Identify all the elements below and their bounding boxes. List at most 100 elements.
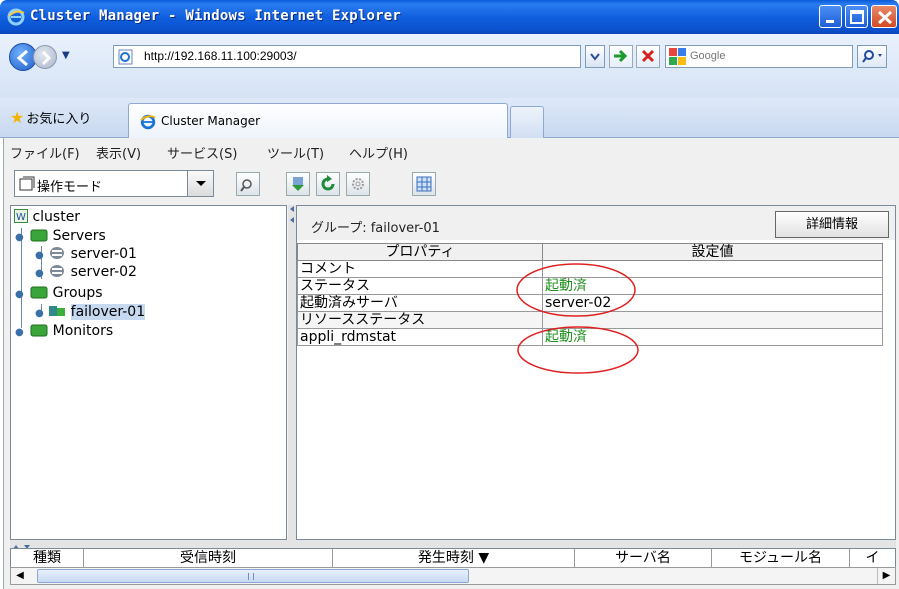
grid-icon (416, 176, 432, 192)
menu-help[interactable]: ヘルプ(H) (349, 143, 408, 162)
expand-toggle-icon[interactable]: ● (15, 232, 24, 243)
chevron-down-icon (590, 53, 600, 61)
log-column-module[interactable]: モジュール名 (712, 549, 850, 567)
chevron-down-icon (196, 181, 206, 186)
column-header-property[interactable]: プロパティ (297, 243, 543, 261)
scroll-left-arrow-icon[interactable]: ◀ (11, 568, 29, 584)
panel-splitter[interactable] (288, 205, 296, 540)
tab-label: Cluster Manager (161, 114, 261, 128)
tree-node-server-01[interactable]: ● server-01 (35, 246, 137, 262)
layout-tool-button[interactable] (412, 172, 436, 196)
window-title-bar[interactable]: Cluster Manager - Windows Internet Explo… (0, 0, 899, 34)
tree-node-monitors[interactable]: ● Monitors (15, 323, 113, 339)
favorites-bar: ★ お気に入り Cluster Manager (0, 98, 899, 138)
property-cell: ステータス (297, 277, 543, 295)
expand-toggle-icon[interactable]: ● (15, 327, 24, 338)
url-field[interactable]: http://192.168.11.100:29003/ (113, 45, 581, 68)
log-column-received[interactable]: 受信時刻 (84, 549, 333, 567)
property-cell: appli_rdmstat (297, 328, 543, 346)
horizontal-scrollbar[interactable]: ◀ ▶ (10, 567, 896, 585)
menu-service[interactable]: サービス(S) (167, 143, 237, 162)
property-table: プロパティ 設定値 コメント ステータス 起動済 起動済みサーバ server-… (297, 243, 883, 346)
mode-label: 操作モード (37, 180, 103, 195)
tab-cluster-manager[interactable]: Cluster Manager (128, 103, 508, 138)
menu-tools[interactable]: ツール(T) (267, 143, 324, 162)
tree-node-server-02[interactable]: ● server-02 (35, 264, 137, 280)
tree-node-servers[interactable]: ● Servers (15, 228, 106, 244)
detail-header: グループ: failover-01 詳細情報 (297, 206, 895, 240)
expand-toggle-icon[interactable]: ● (35, 308, 44, 319)
table-row[interactable]: リソースステータス (297, 311, 883, 329)
minimize-button[interactable] (819, 5, 842, 28)
table-row[interactable]: 起動済みサーバ server-02 (297, 294, 883, 312)
forward-arrow-icon (41, 50, 52, 66)
expand-toggle-icon[interactable]: ● (35, 250, 44, 261)
favorites-button[interactable]: ★ お気に入り (10, 108, 91, 127)
mode-select[interactable]: 操作モード (14, 170, 214, 197)
value-cell (542, 311, 883, 329)
forward-button[interactable] (33, 45, 57, 69)
url-text: http://192.168.11.100:29003/ (144, 49, 297, 63)
column-header-value[interactable]: 設定値 (542, 243, 883, 261)
server-icon (50, 265, 65, 277)
tree-node-groups[interactable]: ● Groups (15, 285, 103, 301)
tree-node-failover-01[interactable]: ● failover-01 (35, 304, 146, 320)
log-column-more[interactable]: イ (850, 549, 895, 567)
stop-button[interactable] (636, 45, 660, 68)
search-input[interactable]: Google (665, 45, 853, 68)
mode-dropdown-button[interactable] (187, 171, 213, 196)
google-icon (669, 48, 686, 65)
settings-tool-button[interactable] (346, 172, 370, 196)
value-cell (542, 260, 883, 278)
close-icon (877, 10, 893, 25)
log-column-type[interactable]: 種類 (11, 549, 84, 567)
reload-tool-button[interactable] (316, 172, 340, 196)
url-dropdown-button[interactable] (585, 45, 605, 68)
status-value-cell: 起動済 (542, 328, 883, 346)
minimize-icon (826, 20, 834, 23)
log-splitter[interactable] (10, 540, 896, 549)
address-toolbar: ▼ http://192.168.11.100:29003/ Google (0, 34, 899, 98)
close-button[interactable] (871, 5, 897, 28)
history-dropdown-icon[interactable]: ▼ (62, 50, 70, 61)
search-button[interactable] (857, 45, 887, 68)
menu-file[interactable]: ファイル(F) (10, 143, 80, 162)
table-row[interactable]: コメント (297, 260, 883, 278)
cluster-icon: W (14, 209, 28, 223)
value-cell: server-02 (542, 294, 883, 312)
tree-node-cluster[interactable]: W cluster (14, 209, 80, 225)
internet-explorer-icon (140, 114, 156, 130)
maximize-icon (850, 10, 864, 24)
expand-toggle-icon[interactable]: ● (35, 268, 44, 279)
log-column-occurred[interactable]: 発生時刻 ▼ (333, 549, 575, 567)
magnifier-icon (240, 179, 252, 192)
table-row[interactable]: ステータス 起動済 (297, 277, 883, 295)
search-icon (862, 50, 882, 63)
table-header-row: プロパティ 設定値 (297, 243, 883, 261)
server-icon (50, 247, 65, 259)
scrollbar-thumb[interactable] (37, 569, 469, 583)
search-placeholder: Google (690, 50, 726, 62)
new-tab-button[interactable] (510, 106, 544, 138)
tree-node-label: server-02 (70, 264, 137, 280)
menu-view[interactable]: 表示(V) (96, 143, 141, 162)
table-row[interactable]: appli_rdmstat 起動済 (297, 328, 883, 346)
download-tool-button[interactable] (286, 172, 310, 196)
search-tool-button[interactable] (236, 172, 260, 196)
expand-toggle-icon[interactable]: ● (15, 289, 24, 300)
star-icon: ★ (10, 108, 25, 127)
maximize-button[interactable] (845, 5, 868, 28)
go-arrow-icon (614, 49, 628, 63)
tree-node-label: cluster (32, 209, 81, 225)
internet-explorer-icon (7, 8, 25, 26)
refresh-icon (321, 175, 335, 191)
details-button[interactable]: 詳細情報 (775, 211, 889, 238)
folder-icon (30, 324, 48, 337)
svg-text:W: W (16, 212, 26, 223)
favorites-label: お気に入り (26, 112, 92, 127)
group-detail-panel: グループ: failover-01 詳細情報 プロパティ 設定値 コメント ステ… (296, 205, 896, 540)
scroll-right-arrow-icon[interactable]: ▶ (877, 568, 895, 584)
go-button[interactable] (609, 45, 633, 68)
alert-log-header: 種類 受信時刻 発生時刻 ▼ サーバ名 モジュール名 イ (10, 548, 896, 567)
log-column-server[interactable]: サーバ名 (575, 549, 712, 567)
